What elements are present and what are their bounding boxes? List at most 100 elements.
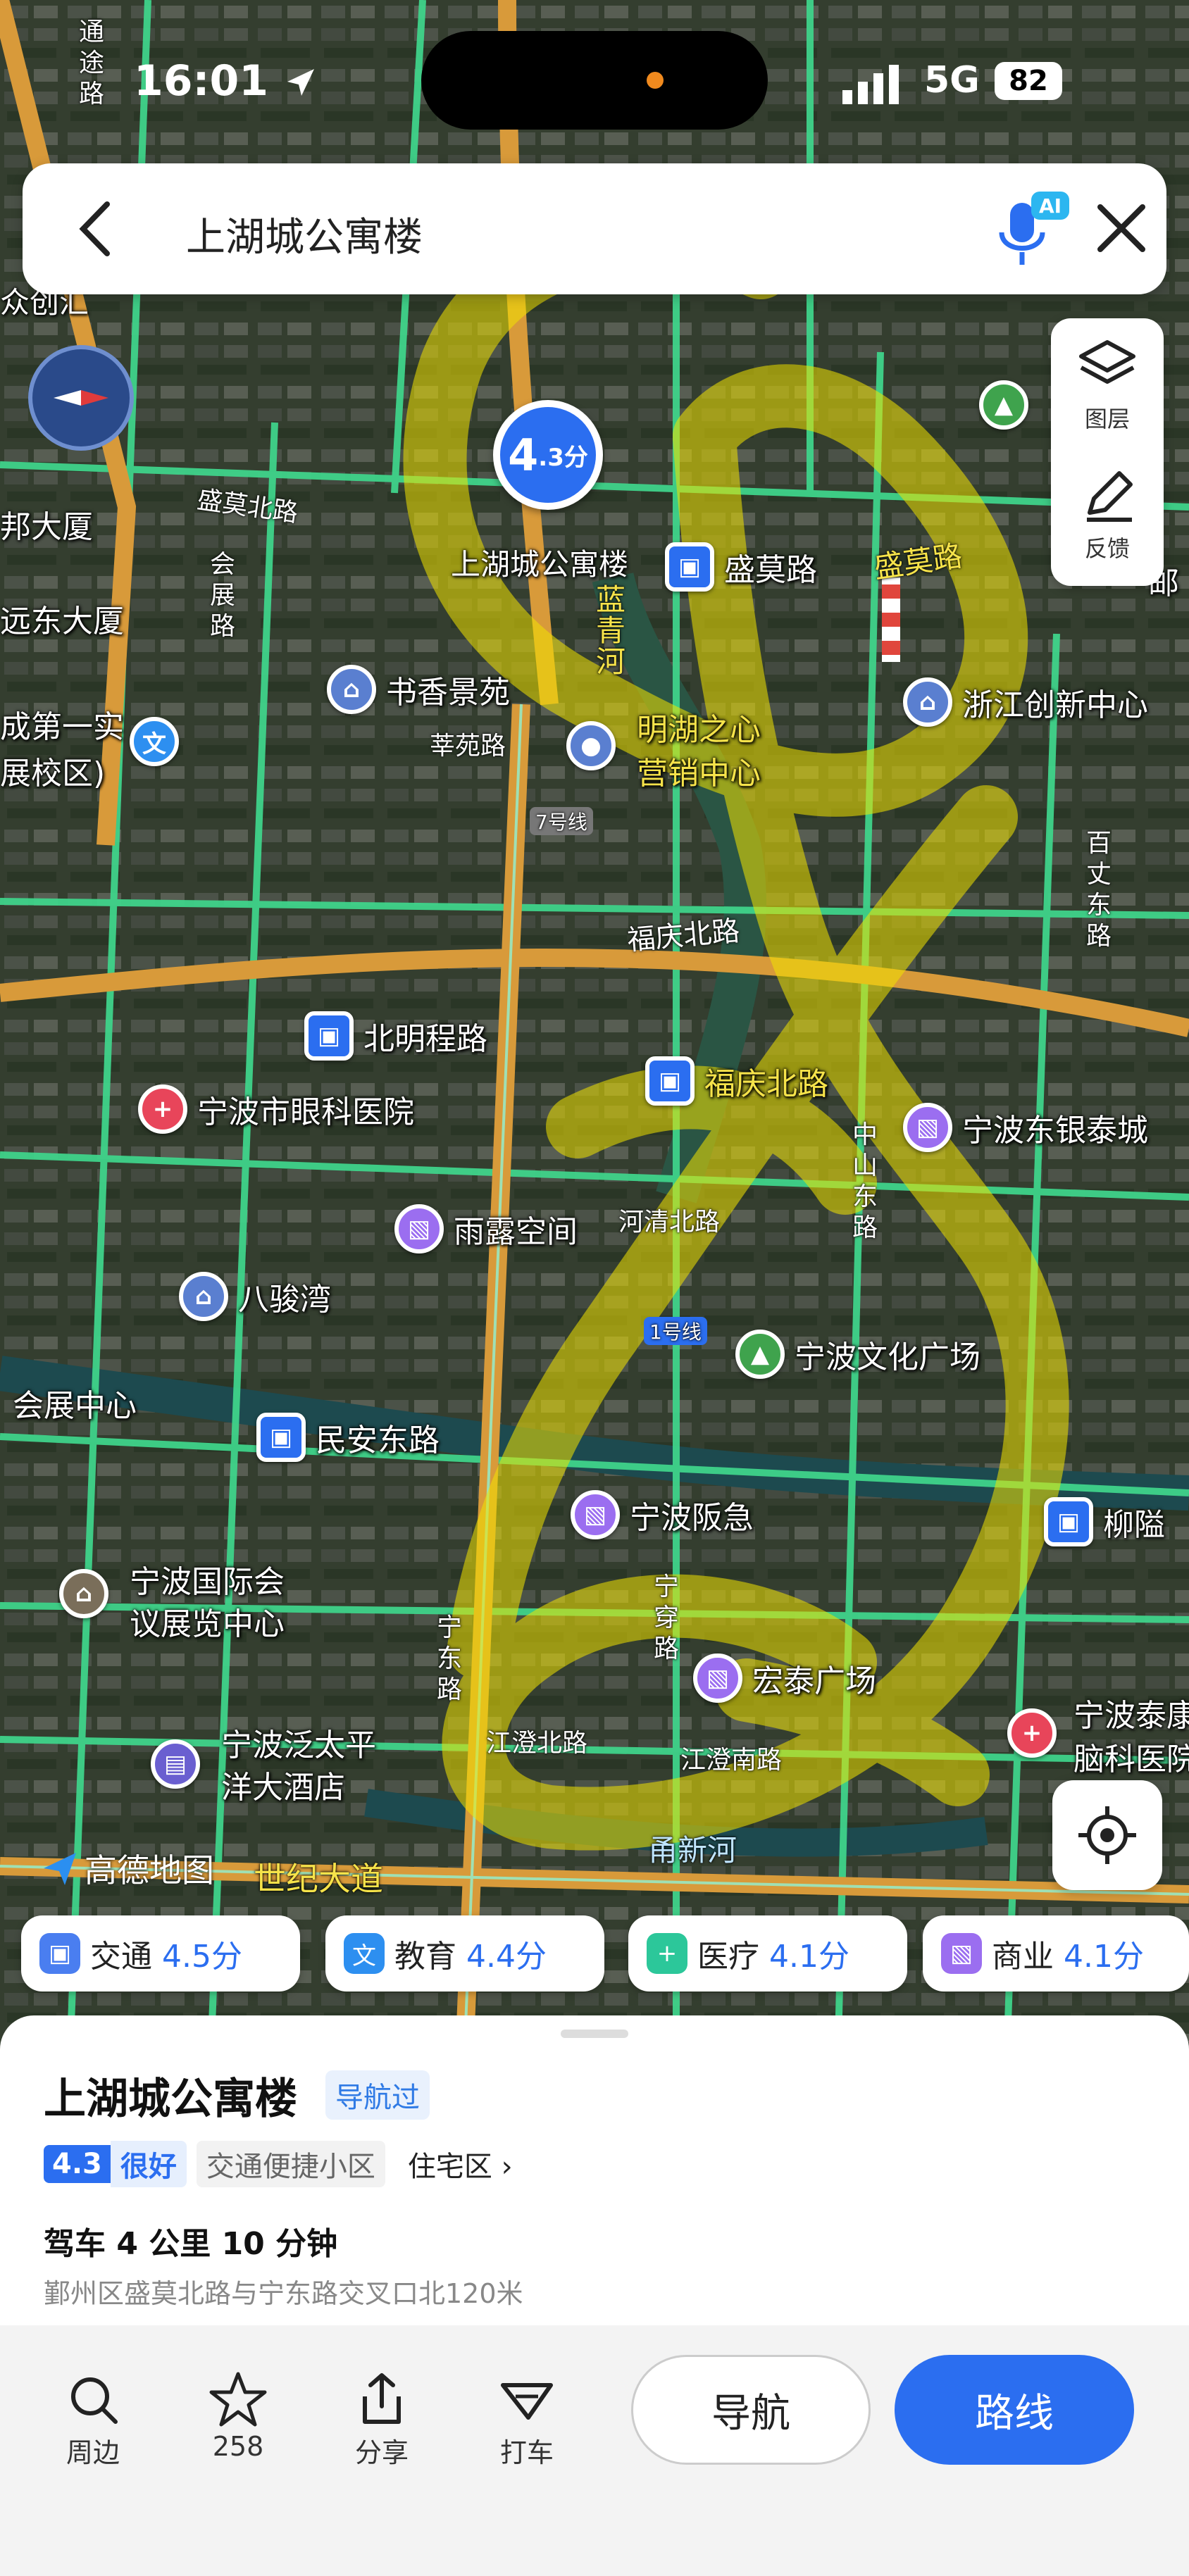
status-time: 16:01 xyxy=(134,56,268,106)
address: 鄞州区盛莫北路与宁东路交叉口北120米 xyxy=(44,2278,523,2309)
navigate-button[interactable]: 导航 xyxy=(631,2355,871,2465)
place-detail-sheet[interactable]: 上湖城公寓楼 导航过 4.3 很好 交通便捷小区 住宅区 › 驾车 4 公里 1… xyxy=(0,2015,1189,2576)
river-label: 甬新河 xyxy=(648,1833,737,1868)
dynamic-island xyxy=(421,31,768,130)
school-pin-icon[interactable]: 文 xyxy=(130,717,179,766)
layers-icon xyxy=(1079,340,1135,384)
route-button[interactable]: 路线 xyxy=(895,2355,1134,2465)
search-icon xyxy=(71,2377,118,2424)
chip-commerce[interactable]: ▧ 商业 4.1分 xyxy=(923,1915,1189,1992)
metro-station-liuxiang[interactable]: ▣ 柳隘 xyxy=(1044,1497,1165,1546)
chip-education[interactable]: 文 教育 4.4分 xyxy=(325,1915,604,1992)
amap-logo-icon xyxy=(44,1853,76,1885)
road-label: 宁东路 xyxy=(436,1613,462,1704)
road-label: 江澄南路 xyxy=(680,1746,783,1775)
drive-info: 驾车 4 公里 10 分钟 xyxy=(44,2226,338,2262)
hotel-pin-icon[interactable]: ▤ xyxy=(151,1739,200,1789)
place-type-link[interactable]: 住宅区 › xyxy=(408,2144,513,2184)
poi-bajunwan[interactable]: ⌂ 八骏湾 xyxy=(179,1272,331,1321)
place-label[interactable]: 明湖之心 xyxy=(637,704,761,749)
place-label[interactable]: 宁波泰康 xyxy=(1073,1690,1189,1735)
place-label[interactable]: 洋大酒店 xyxy=(221,1762,345,1807)
signal-icon xyxy=(842,63,906,108)
park-pin-icon[interactable]: ▲ xyxy=(979,380,1028,430)
feedback-button[interactable]: 反馈 xyxy=(1051,466,1164,563)
place-label[interactable]: 脑科医院 xyxy=(1073,1734,1189,1779)
metro-line-label: 7号线 xyxy=(530,807,593,835)
rating-score: 4.3 xyxy=(44,2145,111,2183)
road-label: 江澄北路 xyxy=(486,1729,588,1758)
share-icon xyxy=(363,2373,401,2424)
place-label[interactable]: 宁波泛太平 xyxy=(221,1720,376,1765)
pencil-icon xyxy=(1087,471,1133,522)
road-label: 百丈东路 xyxy=(1085,829,1112,951)
poi-marker-icon[interactable]: ● xyxy=(566,721,616,770)
chip-transport[interactable]: ▣ 交通 4.5分 xyxy=(21,1915,300,1992)
score-chips: ▣ 交通 4.5分 文 教育 4.4分 + 医疗 4.1分 ▧ 商业 4.1分 xyxy=(21,1915,1189,1993)
place-label[interactable]: 会展中心 xyxy=(13,1380,137,1425)
poi-shuxiang[interactable]: ⌂ 书香景苑 xyxy=(327,665,510,714)
chip-medical[interactable]: + 医疗 4.1分 xyxy=(628,1915,907,1992)
shopping-icon: ▧ xyxy=(941,1933,982,1974)
road-label: 宁穿路 xyxy=(653,1573,679,1663)
close-icon[interactable] xyxy=(1093,200,1150,256)
place-label[interactable]: 宁波国际会 xyxy=(130,1556,285,1601)
taxi-button[interactable]: 打车 xyxy=(485,2368,569,2470)
metro-station-shengmolu[interactable]: ▣ 盛莫路 xyxy=(665,542,817,592)
compass-icon[interactable] xyxy=(28,345,134,451)
place-label[interactable]: 展校区) xyxy=(0,748,105,793)
metro-station-beimingcheng[interactable]: ▣ 北明程路 xyxy=(304,1011,487,1061)
road-label: 世纪大道 xyxy=(254,1860,383,1898)
poi-yulu[interactable]: ▧ 雨露空间 xyxy=(394,1204,578,1253)
place-label[interactable]: 营销中心 xyxy=(637,748,761,793)
map-view[interactable]: 16:01 5G 82 众创汇 邦大厦 远东大厦 成第一实 展校区) 文 邮 4… xyxy=(0,0,1189,2042)
svg-text:AI: AI xyxy=(1039,194,1062,218)
selected-place-label[interactable]: 上湖城公寓楼 xyxy=(451,541,628,584)
sheet-drag-handle[interactable] xyxy=(561,2030,628,2038)
transport-icon: ▣ xyxy=(39,1933,80,1974)
place-label[interactable]: 邦大厦 xyxy=(0,501,93,546)
road-label: 会展路 xyxy=(209,550,235,641)
road-label: 中山东路 xyxy=(852,1120,878,1242)
map-tools-panel: 图层 反馈 xyxy=(1051,318,1164,586)
poi-zhejiang[interactable]: ⌂ 浙江创新中心 xyxy=(903,677,1148,727)
poi-yanke-hospital[interactable]: + 宁波市眼科医院 xyxy=(138,1084,414,1134)
museum-pin-icon[interactable]: ⌂ xyxy=(59,1569,108,1618)
poi-yuejie[interactable]: ▧ 宁波阪急 xyxy=(571,1490,754,1539)
river-label: 蓝青河 xyxy=(596,582,626,679)
medical-icon: + xyxy=(647,1933,687,1974)
education-icon: 文 xyxy=(344,1933,385,1974)
selected-location-pin[interactable]: 4.3分 xyxy=(493,400,603,510)
poi-yintai[interactable]: ▧ 宁波东银泰城 xyxy=(903,1103,1148,1152)
metro-line-label: 1号线 xyxy=(644,1317,707,1345)
search-query[interactable]: 上湖城公寓楼 xyxy=(186,206,423,263)
metro-station-fuqing[interactable]: ▣ 福庆北路 xyxy=(645,1056,828,1106)
place-label[interactable]: 议展览中心 xyxy=(130,1599,285,1644)
place-label[interactable]: 成第一实 xyxy=(0,701,124,746)
poi-hongtai[interactable]: ▧ 宏泰广场 xyxy=(693,1653,876,1703)
place-title: 上湖城公寓楼 xyxy=(44,2075,297,2124)
share-button[interactable]: 分享 xyxy=(340,2368,424,2470)
crosshair-icon xyxy=(1078,1806,1136,1864)
place-label[interactable]: 远东大厦 xyxy=(0,596,124,641)
location-arrow-icon xyxy=(287,69,314,96)
road-label: 河清北路 xyxy=(618,1208,721,1237)
search-bar[interactable]: 上湖城公寓楼 AI xyxy=(23,163,1166,294)
ai-voice-icon[interactable]: AI xyxy=(995,189,1072,276)
visited-tag: 导航过 xyxy=(325,2070,430,2120)
nearby-button[interactable]: 周边 xyxy=(51,2368,135,2470)
battery-level: 82 xyxy=(995,62,1062,100)
road-label: 莘苑路 xyxy=(430,732,506,761)
rating-grade: 很好 xyxy=(110,2141,187,2187)
back-icon[interactable] xyxy=(72,197,121,261)
action-bar: 周边 258 分享 打车 导航 路线 xyxy=(0,2325,1189,2576)
poi-wenhua[interactable]: ▲ 宁波文化广场 xyxy=(735,1330,981,1379)
network-type: 5G xyxy=(924,59,980,101)
locate-button[interactable] xyxy=(1052,1780,1162,1890)
metro-station-minandong[interactable]: ▣ 民安东路 xyxy=(256,1413,440,1462)
feature-tag: 交通便捷小区 xyxy=(196,2141,385,2187)
layers-button[interactable]: 图层 xyxy=(1051,337,1164,434)
hospital-pin-icon[interactable]: + xyxy=(1007,1708,1057,1758)
favorite-button[interactable]: 258 xyxy=(196,2368,280,2462)
road-label: 通途路 xyxy=(78,18,104,108)
